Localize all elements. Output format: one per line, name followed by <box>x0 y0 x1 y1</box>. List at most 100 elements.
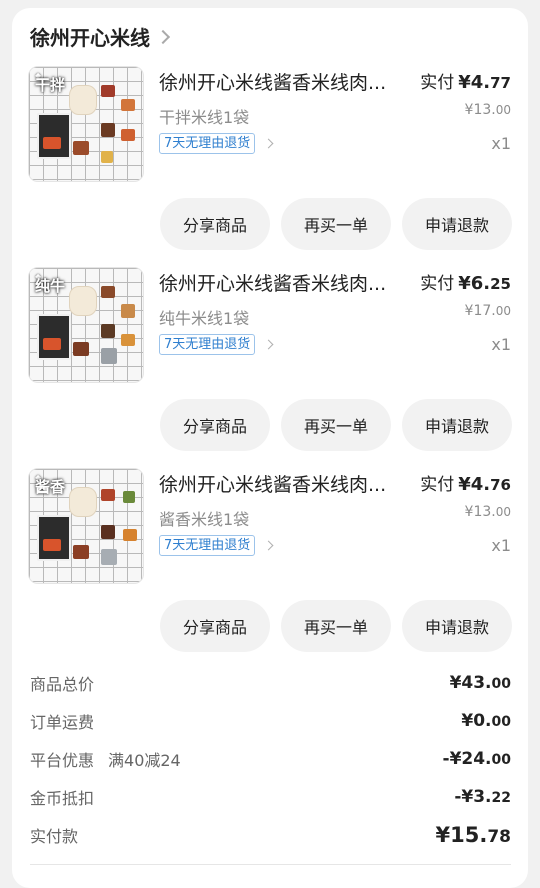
goods-total-row: 商品总价 ¥43.00 <box>30 668 511 698</box>
order-item: ◆ 纯牛 徐州开心米线酱香米线肉... 纯牛米线1袋 7天无理由退货 实付 ¥6.… <box>0 201 540 451</box>
product-thumbnail[interactable]: ◆ 酱香 <box>28 468 144 584</box>
coin-deduction-value: -¥3.22 <box>454 787 511 807</box>
return-policy[interactable]: 7天无理由退货 <box>159 535 274 556</box>
sauce-pack-image <box>101 525 115 539</box>
paid-label: 实付 <box>420 475 455 495</box>
product-title[interactable]: 徐州开心米线酱香米线肉... <box>159 68 399 95</box>
paid-amount-decimal: 76 <box>490 476 511 494</box>
goods-total-label: 商品总价 <box>30 675 95 694</box>
original-price-int: ¥17. <box>464 303 496 319</box>
sauce-pack-image <box>121 304 135 318</box>
platform-discount-text: 平台优惠 <box>30 751 95 770</box>
return-policy-badge[interactable]: 7天无理由退货 <box>159 334 256 355</box>
platform-discount-label: 平台优惠 满40减24 <box>30 747 181 771</box>
sauce-pack-image <box>101 549 117 565</box>
goods-total-value: ¥43.00 <box>450 673 511 693</box>
noodle-pack-image <box>69 85 97 115</box>
main-package-image <box>37 515 71 561</box>
sauce-pack-image <box>101 348 117 364</box>
shipping-row: 订单运费 ¥0.00 <box>30 706 511 736</box>
thumbnail-label: 酱香 <box>35 478 66 496</box>
amount-paid-label: 实付款 <box>30 827 79 846</box>
paid-amount-decimal: 25 <box>490 275 511 293</box>
order-item: ◆ 酱香 徐州开心米线酱香米线肉... 酱香米线1袋 7天无理由退货 实付 ¥4.… <box>0 402 540 652</box>
thumbnail-label: 纯牛 <box>35 277 66 295</box>
product-spec: 干拌米线1袋 <box>159 108 250 127</box>
coin-deduction-decimal: 22 <box>491 790 511 806</box>
amount-paid-decimal: 78 <box>487 827 511 847</box>
sauce-pack-image <box>101 123 115 137</box>
return-policy[interactable]: 7天无理由退货 <box>159 133 274 154</box>
coin-deduction-row: 金币抵扣 -¥3.22 <box>30 782 511 812</box>
shipping-int: ¥0. <box>461 711 492 731</box>
paid-label: 实付 <box>420 274 455 294</box>
product-spec: 酱香米线1袋 <box>159 510 250 529</box>
paid-amount: ¥4. <box>458 72 491 93</box>
platform-discount-value: -¥24.00 <box>443 749 511 769</box>
order-item: ◆ 干拌 徐州开心米线酱香米线肉... 干拌米线1袋 7天无理由退货 实付 ¥4.… <box>0 0 540 250</box>
sauce-pack-image <box>101 489 115 501</box>
return-policy-badge[interactable]: 7天无理由退货 <box>159 535 256 556</box>
quantity: x1 <box>491 536 511 555</box>
amount-paid-row: 实付款 ¥15.78 <box>30 820 511 850</box>
share-product-button[interactable]: 分享商品 <box>160 600 270 652</box>
product-thumbnail[interactable]: ◆ 纯牛 <box>28 267 144 383</box>
chevron-right-icon[interactable] <box>263 540 274 551</box>
original-price-decimal: 00 <box>495 505 511 519</box>
discount-promo: 满40减24 <box>108 751 181 770</box>
noodle-pack-image <box>69 487 97 517</box>
shipping-decimal: 00 <box>491 714 511 730</box>
sauce-pack-image <box>123 529 137 541</box>
original-price: ¥13.00 <box>465 102 511 118</box>
request-refund-button[interactable]: 申请退款 <box>402 600 512 652</box>
shipping-value: ¥0.00 <box>461 711 511 731</box>
sauce-pack-image <box>101 85 115 97</box>
product-title[interactable]: 徐州开心米线酱香米线肉... <box>159 470 399 497</box>
original-price-decimal: 00 <box>495 304 511 318</box>
coin-deduction-label: 金币抵扣 <box>30 789 95 808</box>
platform-discount-row[interactable]: 平台优惠 满40减24 -¥24.00 <box>30 744 511 774</box>
sauce-pack-image <box>73 545 89 559</box>
product-spec: 纯牛米线1袋 <box>159 309 250 328</box>
original-price: ¥13.00 <box>465 504 511 520</box>
sauce-pack-image <box>101 324 115 338</box>
quantity: x1 <box>491 134 511 153</box>
product-thumbnail[interactable]: ◆ 干拌 <box>28 66 144 182</box>
amount-paid-value: ¥15.78 <box>436 823 512 847</box>
chevron-right-icon[interactable] <box>263 339 274 350</box>
paid-amount: ¥6. <box>458 273 491 294</box>
main-package-image <box>37 314 71 360</box>
original-price-int: ¥13. <box>464 102 496 118</box>
thumbnail-label: 干拌 <box>35 76 66 94</box>
paid-amount: ¥4. <box>458 474 491 495</box>
sauce-pack-image <box>121 99 135 111</box>
paid-amount-decimal: 77 <box>490 74 511 92</box>
chevron-right-icon[interactable] <box>263 138 274 149</box>
sauce-pack-image <box>121 129 135 141</box>
sauce-pack-image <box>101 151 113 163</box>
noodle-pack-image <box>69 286 97 316</box>
quantity: x1 <box>491 335 511 354</box>
return-policy[interactable]: 7天无理由退货 <box>159 334 274 355</box>
amount-paid-int: ¥15. <box>435 823 488 847</box>
main-package-image <box>37 113 71 159</box>
divider <box>30 864 511 865</box>
sauce-pack-image <box>73 141 89 155</box>
buy-again-button[interactable]: 再买一单 <box>281 600 391 652</box>
coin-deduction-int: -¥3. <box>454 787 492 807</box>
paid-price: 实付 ¥6.25 <box>420 269 511 294</box>
original-price-decimal: 00 <box>495 103 511 117</box>
shipping-label: 订单运费 <box>30 713 95 732</box>
goods-total-int: ¥43. <box>449 673 492 693</box>
original-price-int: ¥13. <box>464 504 496 520</box>
paid-price: 实付 ¥4.77 <box>420 68 511 93</box>
return-policy-badge[interactable]: 7天无理由退货 <box>159 133 256 154</box>
original-price: ¥17.00 <box>465 303 511 319</box>
paid-label: 实付 <box>420 73 455 93</box>
sauce-pack-image <box>101 286 115 298</box>
paid-price: 实付 ¥4.76 <box>420 470 511 495</box>
sauce-pack-image <box>73 342 89 356</box>
product-title[interactable]: 徐州开心米线酱香米线肉... <box>159 269 399 296</box>
sauce-pack-image <box>121 334 135 346</box>
sauce-pack-image <box>123 491 135 503</box>
